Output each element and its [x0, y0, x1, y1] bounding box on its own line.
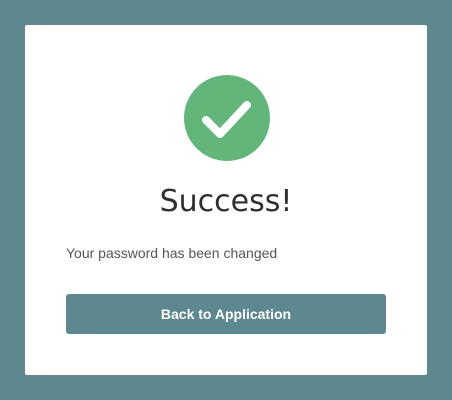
- success-title: Success!: [159, 184, 293, 219]
- success-card: Success! Your password has been changed …: [25, 25, 427, 375]
- success-message: Your password has been changed: [66, 245, 278, 261]
- checkmark-glyph: [202, 101, 251, 138]
- checkmark-icon: [184, 75, 270, 161]
- back-to-application-button[interactable]: Back to Application: [66, 294, 386, 334]
